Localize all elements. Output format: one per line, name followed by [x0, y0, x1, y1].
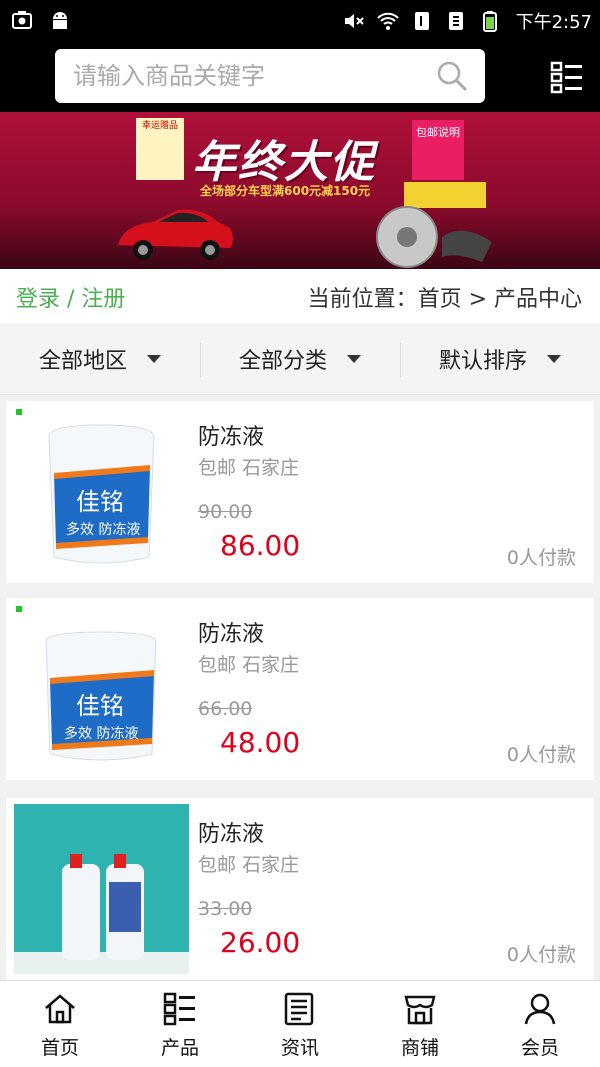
tab-home-label: 首页 — [40, 1037, 79, 1059]
brake-disc-image — [376, 182, 492, 268]
tab-news-label: 资讯 — [280, 1037, 319, 1059]
tab-member[interactable]: 会员 — [480, 981, 600, 1067]
tab-member-label: 会员 — [520, 1037, 559, 1059]
breadcrumb: 当前位置：首页 > 产品中心 — [307, 287, 582, 312]
battery-icon — [482, 11, 497, 32]
tab-news[interactable]: 资讯 — [240, 981, 360, 1067]
screenshot-icon — [12, 11, 32, 29]
product-image: 佳铭 多效 防冻液 — [14, 407, 189, 577]
product-location: 包邮 石家庄 — [198, 854, 300, 876]
product-card[interactable]: 佳铭 多效 防冻液 防冻液 包邮 石家庄 66.00 48.00 0人付款 — [6, 598, 594, 780]
product-grid-icon — [163, 992, 195, 1026]
promo-banner[interactable]: 幸运赠品 年终大促 全场部分车型满600元减150元 包邮说明 — [0, 112, 600, 269]
svg-text:多效 防冻液: 多效 防冻液 — [64, 725, 138, 742]
product-name[interactable]: 防冻液 — [198, 816, 264, 848]
banner-shipping-note: 包邮说明 — [412, 120, 464, 180]
svg-text:多效 防冻液: 多效 防冻液 — [66, 521, 140, 538]
store-icon — [404, 995, 436, 1025]
product-card[interactable]: 佳铭 多效 防冻液 防冻液 包邮 石家庄 90.00 86.00 0人付款 — [6, 401, 594, 583]
search-header — [0, 40, 600, 112]
login-register-link[interactable]: 登录 / 注册 — [16, 281, 125, 313]
caret-down-icon — [347, 355, 361, 363]
paid-count: 0人付款 — [506, 744, 576, 766]
product-name[interactable]: 防冻液 — [198, 616, 264, 648]
filter-category[interactable]: 全部分类 — [200, 323, 400, 395]
sim2-icon — [448, 12, 463, 30]
car-image — [118, 209, 233, 260]
product-image: 佳铭 多效 防冻液 — [14, 604, 189, 774]
tab-products[interactable]: 产品 — [120, 981, 240, 1067]
category-menu-icon[interactable] — [550, 60, 584, 94]
android-icon — [53, 12, 67, 29]
original-price: 90.00 — [198, 501, 253, 523]
filter-sort[interactable]: 默认排序 — [400, 323, 600, 395]
breadcrumb-bar: 登录 / 注册 当前位置：首页 > 产品中心 — [0, 269, 600, 323]
status-bar: 下午2:57 — [0, 0, 600, 40]
bottom-tab-bar: 首页 产品 资讯 商铺 会员 — [0, 980, 600, 1067]
sale-price: 48.00 — [220, 726, 301, 759]
wifi-icon — [376, 12, 399, 30]
search-box — [55, 49, 485, 103]
banner-title: 年终大促 — [192, 137, 376, 188]
original-price: 66.00 — [198, 698, 253, 720]
news-icon — [284, 992, 314, 1026]
original-price: 33.00 — [198, 898, 253, 920]
filter-sort-label: 默认排序 — [438, 349, 527, 374]
tab-store[interactable]: 商铺 — [360, 981, 480, 1067]
svg-text:佳铭: 佳铭 — [76, 488, 124, 516]
product-name[interactable]: 防冻液 — [198, 419, 264, 451]
paid-count: 0人付款 — [506, 547, 576, 569]
product-location: 包邮 石家庄 — [198, 654, 300, 676]
product-location: 包邮 石家庄 — [198, 457, 300, 479]
tab-home[interactable]: 首页 — [0, 981, 120, 1067]
mute-icon — [344, 14, 364, 28]
paid-count: 0人付款 — [506, 944, 576, 966]
sim1-icon — [414, 12, 429, 30]
banner-subtitle: 全场部分车型满600元减150元 — [200, 184, 371, 198]
tab-products-label: 产品 — [160, 1037, 199, 1059]
filter-category-label: 全部分类 — [238, 349, 327, 374]
product-card[interactable]: 防冻液 包邮 石家庄 33.00 26.00 0人付款 — [6, 798, 594, 980]
user-icon — [524, 993, 556, 1025]
sale-price: 26.00 — [220, 926, 301, 959]
clock: 下午2:57 — [515, 12, 592, 33]
svg-text:佳铭: 佳铭 — [76, 692, 124, 720]
tab-store-label: 商铺 — [400, 1037, 439, 1059]
search-icon[interactable] — [435, 59, 469, 93]
banner-gift-tag: 幸运赠品 — [136, 118, 184, 180]
filter-bar: 全部地区 全部分类 默认排序 — [0, 323, 600, 395]
home-icon — [45, 994, 75, 1024]
product-image — [14, 804, 189, 974]
sale-price: 86.00 — [220, 529, 301, 562]
search-input[interactable] — [73, 59, 413, 93]
filter-region-label: 全部地区 — [38, 349, 127, 374]
caret-down-icon — [147, 355, 161, 363]
filter-region[interactable]: 全部地区 — [0, 323, 200, 395]
caret-down-icon — [547, 355, 561, 363]
